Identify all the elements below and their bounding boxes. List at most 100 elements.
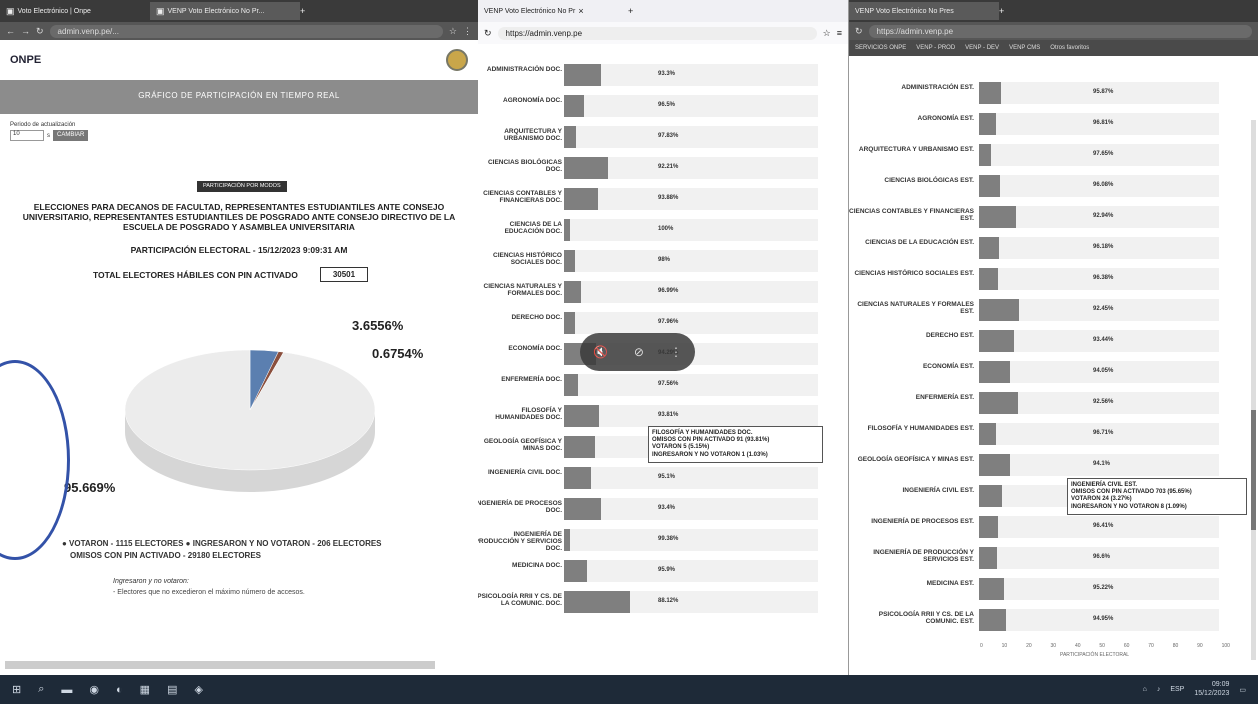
bar-row: CIENCIAS HISTÓRICO SOCIALES DOC. 98% [478,246,838,276]
bar-voted[interactable] [979,578,1005,600]
file-explorer-icon[interactable]: ▬ [61,684,72,696]
bar-voted[interactable] [564,529,570,551]
forward-icon[interactable]: → [21,26,30,36]
bar-voted[interactable] [979,361,1011,383]
participation-by-mode-button[interactable]: PARTICIPACIÓN POR MODOS [197,181,287,192]
language-indicator[interactable]: ESP [1170,686,1184,693]
bar-voted[interactable] [979,392,1019,414]
windows-start-icon[interactable]: ⊞ [12,683,21,696]
bar-voted[interactable] [979,330,1014,352]
bar-voted[interactable] [564,498,601,520]
bar-voted[interactable] [979,175,1000,197]
x-axis-ticks: 0 10 20 30 40 50 60 70 80 90 100 [980,643,1230,649]
x-tick-label: 20 [1026,643,1032,649]
tab-onpe[interactable]: ▣ Voto Electrónico | Onpe [0,2,150,20]
bookmark-cms[interactable]: VENP CMS [1009,45,1040,51]
horizontal-scrollbar[interactable] [5,661,435,669]
bar-value: 95.1% [658,474,676,480]
bar-voted[interactable] [564,188,599,210]
bookmark-star-icon[interactable]: ☆ [823,28,831,38]
bar-label: ECONOMÍA EST. [922,363,974,370]
clock[interactable]: 09:09 15/12/2023 [1194,681,1229,698]
bar-voted[interactable] [564,64,602,86]
bar-row: DERECHO EST. 93.44% [849,326,1249,356]
bar-voted[interactable] [564,591,631,613]
vertical-scrollbar[interactable] [1251,120,1256,660]
bar-voted[interactable] [564,560,587,582]
camera-off-icon[interactable]: ⊘ [634,345,644,359]
x-tick-label: 70 [1148,643,1154,649]
bar-voted[interactable] [979,485,1002,507]
more-icon[interactable]: ⋮ [670,345,682,359]
refresh-unit: s [47,132,50,139]
change-button[interactable]: CAMBIAR [53,130,89,141]
tab-venp[interactable]: ▣ VENP Voto Electrónico No Pr... [150,2,300,20]
bookmarks-bar: SERVICIOS ONPE VENP - PROD VENP - DEV VE… [849,40,1258,56]
scrollbar-thumb[interactable] [1251,410,1256,530]
new-tab-icon[interactable]: + [628,6,633,16]
refresh-input[interactable]: 10 [10,130,44,141]
reload-icon[interactable]: ↻ [855,26,863,36]
volume-icon[interactable]: ♪ [1157,686,1161,693]
excel-icon[interactable]: ▦ [140,683,150,696]
search-icon[interactable]: ⌕ [38,683,44,696]
back-icon[interactable]: ← [6,26,15,36]
bar-voted[interactable] [564,126,577,148]
reload-icon[interactable]: ↻ [36,26,44,36]
total-value: 30501 [319,267,369,282]
bar-voted[interactable] [979,423,997,445]
bar-label: DERECHO EST. [925,332,974,339]
network-icon[interactable]: ⌂ [1143,686,1147,693]
bookmark-prod[interactable]: VENP - PROD [916,45,955,51]
bar-voted[interactable] [979,113,996,135]
bar-label: CIENCIAS CONTABLES Y FINANCIERAS DOC. [483,190,562,205]
bar-voted[interactable] [564,157,608,179]
close-icon[interactable]: × [578,6,583,16]
menu-icon[interactable]: ≡ [837,28,842,38]
bar-voted[interactable] [564,436,596,458]
bar-voted[interactable] [564,250,576,272]
bar-label: INGENIERÍA CIVIL DOC. [487,469,562,476]
mute-icon[interactable]: 🔇 [593,345,608,359]
onpe-logo: ONPE [10,54,42,66]
bar-voted[interactable] [979,609,1006,631]
bar-voted[interactable] [564,95,584,117]
bookmark-dev[interactable]: VENP - DEV [965,45,999,51]
bar-voted[interactable] [564,374,578,396]
bar-voted[interactable] [564,405,599,427]
edge-icon[interactable]: ◐ [116,684,123,696]
new-tab-icon[interactable]: + [999,6,1004,16]
bar-voted[interactable] [979,206,1017,228]
new-tab-icon[interactable]: + [300,6,305,16]
x-tick-label: 10 [1001,643,1008,649]
bar-voted[interactable] [979,547,997,569]
bar-voted[interactable] [979,299,1019,321]
bar-voted[interactable] [979,516,998,538]
bar-voted[interactable] [564,467,592,489]
bookmark-servicios[interactable]: SERVICIOS ONPE [855,45,906,51]
bar-voted[interactable] [564,312,576,334]
menu-icon[interactable]: ⋮ [463,26,472,36]
zoom-icon[interactable]: ◈ [194,683,202,696]
url-input[interactable]: admin.venp.pe/... [49,24,443,38]
notification-icon[interactable]: ▭ [1239,686,1246,694]
bar-voted[interactable] [979,268,999,290]
bar-voted[interactable] [979,454,1011,476]
word-icon[interactable]: ▤ [167,683,177,696]
bar-voted[interactable] [979,82,1001,104]
star-icon[interactable]: ☆ [449,26,457,36]
reload-icon[interactable]: ↻ [484,28,492,38]
chrome-icon[interactable]: ◉ [89,683,99,696]
bar-voted[interactable] [564,219,570,241]
tab-venp[interactable]: VENP Voto Electrónico No Pr × [478,2,628,20]
bar-voted[interactable] [979,144,992,166]
tab-bar: VENP Voto Electrónico No Pr × + [478,0,848,22]
tab-venp[interactable]: VENP Voto Electrónico No Pres [849,2,999,20]
url-input[interactable]: https://admin.venp.pe [497,26,817,40]
bar-track [564,219,818,241]
bar-voted[interactable] [979,237,1000,259]
bar-voted[interactable] [564,281,581,303]
bar-value: 96.6% [1093,554,1111,560]
bookmark-other[interactable]: Otros favoritos [1050,45,1089,51]
url-input[interactable]: https://admin.venp.pe [868,24,1252,38]
